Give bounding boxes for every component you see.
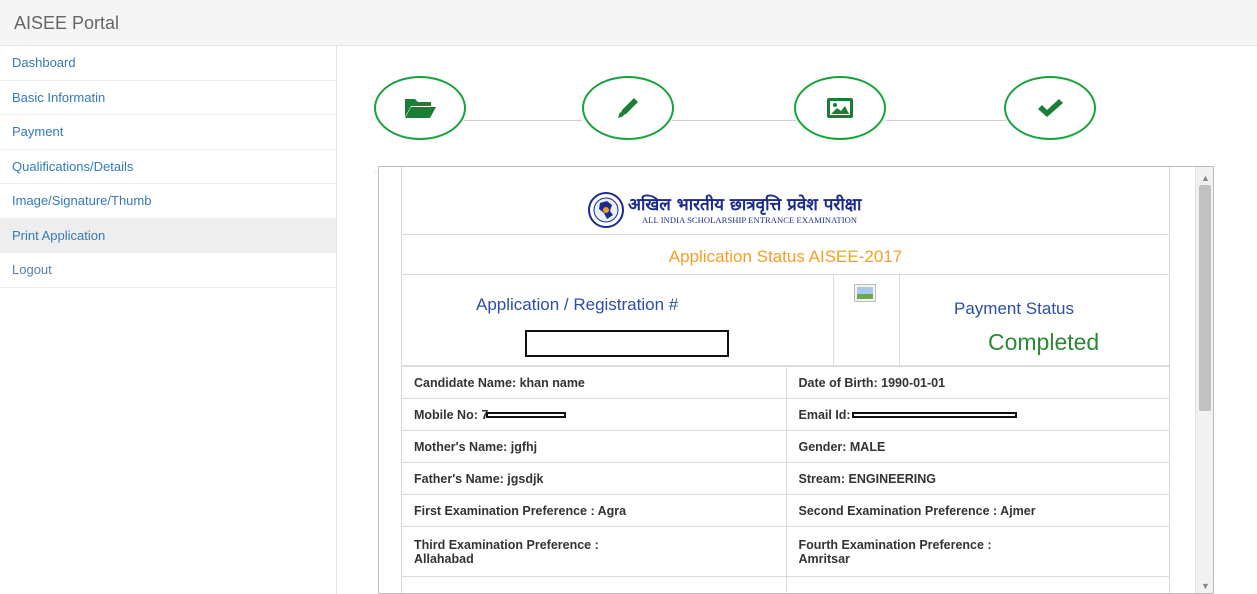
checkmark-icon xyxy=(1038,99,1063,117)
registration-number-redacted xyxy=(525,330,729,357)
hindi-title: अखिल भारतीय छात्रवृत्ति प्रवेश परीक्षा xyxy=(628,195,862,215)
sidebar-item-qualifications[interactable]: Qualifications/Details xyxy=(0,150,336,184)
step-connector xyxy=(672,120,796,121)
candidate-details-table: Candidate Name: khan name Date of Birth:… xyxy=(402,366,1169,593)
second-preference: Second Examination Preference : Ajmer xyxy=(785,494,1169,527)
first-preference: First Examination Preference : Agra xyxy=(402,494,786,527)
empty-cell xyxy=(402,576,786,593)
mother-name: Mother's Name: jgfhj xyxy=(402,430,786,463)
broken-image-icon xyxy=(854,284,876,302)
step-connector xyxy=(464,120,582,121)
scholarship-emblem-icon xyxy=(588,192,624,228)
sidebar-item-basic-information[interactable]: Basic Informatin xyxy=(0,81,336,115)
table-row: Mobile No: 7 Email Id: xyxy=(402,398,1169,431)
date-of-birth: Date of Birth: 1990-01-01 xyxy=(785,366,1169,399)
mobile-cell: Mobile No: 7 xyxy=(402,398,786,431)
picture-icon xyxy=(827,98,853,118)
step-connector xyxy=(886,120,1006,121)
pencil-icon xyxy=(618,98,638,118)
step-complete[interactable] xyxy=(1004,76,1096,140)
main-content: अखिल भारतीय छात्रवृत्ति प्रवेश परीक्षा A… xyxy=(338,46,1257,594)
divider xyxy=(899,275,900,366)
table-row: Third Examination Preference : Allahabad … xyxy=(402,526,1169,577)
email-cell: Email Id: xyxy=(785,398,1169,431)
third-preference: Third Examination Preference : Allahabad xyxy=(402,526,786,577)
sidebar-item-logout[interactable]: Logout xyxy=(0,253,336,288)
stream: Stream: ENGINEERING xyxy=(785,462,1169,495)
application-status-heading: Application Status AISEE-2017 xyxy=(402,235,1169,275)
table-row: Father's Name: jgsdjk Stream: ENGINEERIN… xyxy=(402,462,1169,495)
step-image-upload[interactable] xyxy=(794,76,886,140)
mobile-redacted xyxy=(486,412,567,419)
sidebar-item-print-application[interactable]: Print Application xyxy=(0,218,336,253)
payment-status-value: Completed xyxy=(988,329,1100,355)
email-label: Email Id: xyxy=(798,407,855,422)
table-row: Candidate Name: khan name Date of Birth:… xyxy=(402,366,1169,399)
gender: Gender: MALE xyxy=(785,430,1169,463)
sidebar: Dashboard Basic Informatin Payment Quali… xyxy=(0,46,337,594)
registration-label: Application / Registration # xyxy=(476,295,679,314)
sidebar-item-image-signature[interactable]: Image/Signature/Thumb xyxy=(0,184,336,219)
fourth-preference-value: Amritsar xyxy=(798,551,850,566)
portal-brand[interactable]: AISEE Portal xyxy=(14,13,119,34)
candidate-name: Candidate Name: khan name xyxy=(402,366,786,399)
progress-steps xyxy=(374,68,1214,172)
document-header: अखिल भारतीय छात्रवृत्ति प्रवेश परीक्षा A… xyxy=(402,167,1169,235)
scroll-down-arrow-icon[interactable]: ▼ xyxy=(1201,581,1210,591)
frame-scrollbar[interactable]: ▲ ▼ xyxy=(1195,167,1213,593)
third-preference-value: Allahabad xyxy=(414,551,474,566)
empty-cell xyxy=(785,576,1169,593)
payment-status-label: Payment Status xyxy=(954,299,1075,318)
sidebar-item-dashboard[interactable]: Dashboard xyxy=(0,46,336,81)
top-navbar: AISEE Portal xyxy=(0,0,1257,46)
application-preview-frame[interactable]: अखिल भारतीय छात्रवृत्ति प्रवेश परीक्षा A… xyxy=(378,166,1214,594)
english-title: ALL INDIA SCHOLARSHIP ENTRANCE EXAMINATI… xyxy=(642,215,858,225)
scroll-up-arrow-icon[interactable]: ▲ xyxy=(1201,173,1210,183)
table-row xyxy=(402,576,1169,593)
table-row: First Examination Preference : Agra Seco… xyxy=(402,494,1169,527)
folder-open-icon xyxy=(405,99,436,118)
email-redacted xyxy=(852,412,1018,419)
registration-payment-row: Application / Registration # Payment Sta… xyxy=(402,275,1169,366)
father-name: Father's Name: jgsdjk xyxy=(402,462,786,495)
sidebar-item-payment[interactable]: Payment xyxy=(0,115,336,150)
scrollbar-thumb[interactable] xyxy=(1199,185,1211,411)
third-preference-label: Third Examination Preference : xyxy=(414,537,599,552)
application-document: अखिल भारतीय छात्रवृत्ति प्रवेश परीक्षा A… xyxy=(401,167,1170,593)
fourth-preference: Fourth Examination Preference : Amritsar xyxy=(785,526,1169,577)
table-row: Mother's Name: jgfhj Gender: MALE xyxy=(402,430,1169,463)
divider xyxy=(833,275,834,366)
mobile-label: Mobile No: 7 xyxy=(414,407,489,422)
step-basic-info[interactable] xyxy=(374,76,466,140)
fourth-preference-label: Fourth Examination Preference : xyxy=(798,537,992,552)
step-qualifications[interactable] xyxy=(582,76,674,140)
